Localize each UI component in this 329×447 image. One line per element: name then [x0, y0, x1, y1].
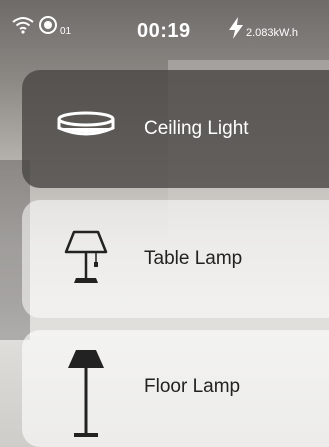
device-card-table-lamp[interactable]: Table Lamp: [22, 200, 329, 318]
target-icon: [39, 16, 57, 34]
energy-reading: 2.083kW.h: [246, 27, 298, 39]
wifi-icon: [12, 17, 34, 34]
clock: 00:19: [137, 20, 191, 42]
floor-lamp-icon: [68, 350, 104, 437]
target-count: 01: [60, 26, 72, 37]
device-label: Floor Lamp: [144, 376, 241, 397]
smart-home-screen: 01 00:19 2.083kW.h Ceiling Light Table L…: [0, 0, 329, 447]
device-label: Ceiling Light: [144, 118, 249, 139]
table-lamp-icon: [64, 230, 108, 283]
status-bar: 01 00:19 2.083kW.h: [0, 0, 329, 58]
device-card-ceiling-light[interactable]: Ceiling Light: [22, 70, 329, 188]
device-card-floor-lamp[interactable]: Floor Lamp: [22, 330, 329, 447]
lightning-bolt-icon: [229, 17, 243, 39]
ceiling-light-icon: [57, 111, 115, 136]
device-label: Table Lamp: [144, 248, 243, 269]
